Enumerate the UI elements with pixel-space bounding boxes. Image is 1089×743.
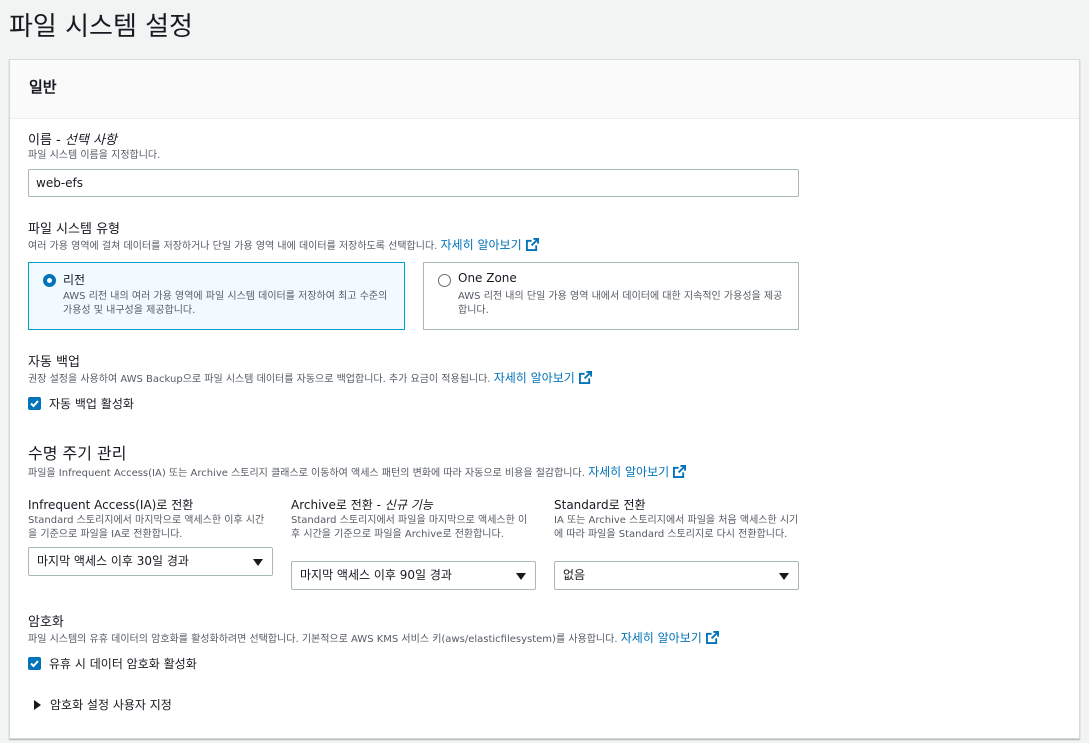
encryption-description: 파일 시스템의 유휴 데이터의 암호화를 활성화하려면 선택합니다. 기본적으로… <box>28 631 719 647</box>
lifecycle-learn-more-link[interactable]: 자세히 알아보기 <box>588 465 687 479</box>
fs-type-option-regional[interactable]: 리전 AWS 리전 내의 여러 가용 영역에 파일 시스템 데이터를 저장하여 … <box>28 262 405 330</box>
fs-type-option-one-zone[interactable]: One Zone AWS 리전 내의 단일 가용 영역 내에서 데이터에 대한 … <box>423 262 799 330</box>
fs-type-description: 여러 가용 영역에 걸쳐 데이터를 저장하거나 단일 가용 영역 내에 데이터를… <box>28 238 539 254</box>
fs-type-label: 파일 시스템 유형 <box>28 222 120 237</box>
external-link-icon <box>525 238 539 251</box>
name-label: 이름 - 선택 사항 <box>28 129 117 148</box>
page-title: 파일 시스템 설정 <box>9 12 193 42</box>
name-label-optional: 선택 사항 <box>64 133 117 148</box>
transition-archive-select-value: 마지막 액세스 이후 90일 경과 <box>300 568 452 582</box>
transition-archive-select[interactable]: 마지막 액세스 이후 90일 경과 <box>291 561 536 590</box>
encryption-label: 암호화 <box>28 615 64 630</box>
transition-ia-select[interactable]: 마지막 액세스 이후 30일 경과 <box>28 547 273 576</box>
encryption-settings-expander-label: 암호화 설정 사용자 지정 <box>50 698 172 712</box>
name-label-text: 이름 - <box>28 133 65 148</box>
fs-type-option-regional-title: 리전 <box>63 273 86 287</box>
name-description: 파일 시스템 이름을 지정합니다. <box>28 150 161 161</box>
encryption-learn-more-link[interactable]: 자세히 알아보기 <box>621 631 719 645</box>
name-input[interactable] <box>28 169 799 197</box>
external-link-icon <box>673 465 687 478</box>
transition-standard-select-value: 없음 <box>563 568 586 582</box>
encryption-checkbox-label[interactable]: 유휴 시 데이터 암호화 활성화 <box>49 655 197 672</box>
transition-standard-title: Standard로 전환 <box>554 498 646 512</box>
transition-ia-select-value: 마지막 액세스 이후 30일 경과 <box>37 554 189 568</box>
transition-standard-select[interactable]: 없음 <box>554 561 799 590</box>
panel-title: 일반 <box>29 78 57 96</box>
backup-learn-more-text: 자세히 알아보기 <box>493 371 575 385</box>
lifecycle-description: 파일을 Infrequent Access(IA) 또는 Archive 스토리… <box>28 465 687 481</box>
encryption-settings-expander[interactable]: 암호화 설정 사용자 지정 <box>34 696 234 716</box>
check-icon <box>30 400 39 408</box>
fs-type-option-regional-description: AWS 리전 내의 여러 가용 영역에 파일 시스템 데이터를 저장하여 최고 … <box>63 291 388 316</box>
fs-type-description-text: 여러 가용 영역에 걸쳐 데이터를 저장하거나 단일 가용 영역 내에 데이터를… <box>28 241 438 252</box>
caret-down-icon <box>516 573 526 580</box>
caret-down-icon <box>253 559 263 566</box>
lifecycle-description-text: 파일을 Infrequent Access(IA) 또는 Archive 스토리… <box>28 468 585 479</box>
radio-regional[interactable] <box>43 274 56 287</box>
backup-label: 자동 백업 <box>28 355 80 370</box>
encryption-learn-more-text: 자세히 알아보기 <box>620 631 702 645</box>
encryption-description-text: 파일 시스템의 유휴 데이터의 암호화를 활성화하려면 선택합니다. 기본적으로… <box>28 634 618 645</box>
check-icon <box>30 660 39 668</box>
backup-checkbox[interactable] <box>28 397 41 410</box>
radio-one-zone[interactable] <box>438 274 451 287</box>
transition-ia-title: Infrequent Access(IA)로 전환 <box>28 498 194 512</box>
transition-archive-new-badge: 신규 기능 <box>384 498 433 512</box>
fs-type-learn-more-text: 자세히 알아보기 <box>440 238 522 252</box>
transition-ia-description: Standard 스토리지에서 마지막으로 액세스한 이후 시간을 기준으로 파… <box>28 515 265 540</box>
caret-right-icon <box>34 700 41 710</box>
backup-description-text: 권장 설정을 사용하여 AWS Backup으로 파일 시스템 데이터를 자동으… <box>28 374 491 385</box>
external-link-icon <box>705 631 719 644</box>
encryption-checkbox[interactable] <box>28 657 41 670</box>
backup-description: 권장 설정을 사용하여 AWS Backup으로 파일 시스템 데이터를 자동으… <box>28 371 592 387</box>
transition-archive-title-text: Archive로 전환 - <box>291 498 385 512</box>
transition-archive-description: Standard 스토리지에서 파일을 마지막으로 액세스한 이후 시간을 기준… <box>291 515 528 540</box>
external-link-icon <box>578 371 592 384</box>
backup-learn-more-link[interactable]: 자세히 알아보기 <box>494 371 592 385</box>
transition-archive-title: Archive로 전환 - 신규 기능 <box>291 496 433 513</box>
caret-down-icon <box>779 573 789 580</box>
lifecycle-learn-more-text: 자세히 알아보기 <box>588 465 670 479</box>
general-panel: 일반 이름 - 선택 사항 파일 시스템 이름을 지정합니다. 파일 시스템 유… <box>9 59 1080 739</box>
panel-header: 일반 <box>10 60 1079 119</box>
lifecycle-heading: 수명 주기 관리 <box>28 444 127 463</box>
backup-checkbox-label[interactable]: 자동 백업 활성화 <box>49 395 134 412</box>
transition-standard-description: IA 또는 Archive 스토리지에서 파일을 처음 액세스한 시기에 따라 … <box>554 515 799 540</box>
fs-type-option-one-zone-description: AWS 리전 내의 단일 가용 영역 내에서 데이터에 대한 지속적인 가용성을… <box>458 291 783 316</box>
fs-type-learn-more-link[interactable]: 자세히 알아보기 <box>441 238 539 252</box>
fs-type-option-one-zone-title: One Zone <box>458 271 517 285</box>
